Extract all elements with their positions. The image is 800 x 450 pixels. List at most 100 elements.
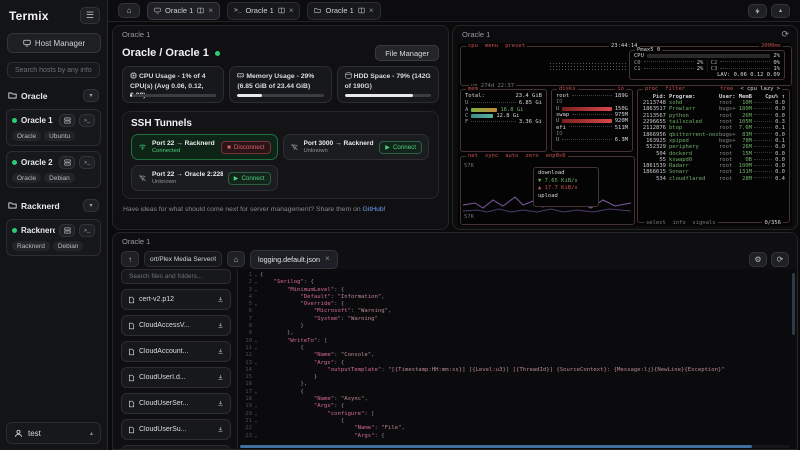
folder-icon: [314, 7, 322, 14]
line-number: 8: [248, 323, 252, 330]
fold-icon[interactable]: [252, 352, 260, 359]
fold-icon[interactable]: [252, 330, 260, 337]
connect-button[interactable]: ▶ Connect: [379, 140, 422, 154]
vertical-scrollbar[interactable]: [792, 273, 795, 335]
fold-icon[interactable]: [252, 396, 260, 403]
split-view-icon[interactable]: [197, 7, 205, 14]
folder-icon: [8, 201, 17, 210]
file-item[interactable]: CloudAccount...: [121, 341, 231, 362]
home-directory-button[interactable]: ⌂: [227, 251, 245, 267]
close-tab-button[interactable]: ×: [208, 6, 213, 15]
file-item[interactable]: CloudAccessV...: [121, 315, 231, 336]
download-file-button[interactable]: [217, 348, 224, 355]
connect-button[interactable]: ▶ Connect: [227, 171, 271, 185]
file-item[interactable]: CloudUserSer...: [121, 393, 231, 414]
fold-icon[interactable]: ▾: [252, 345, 260, 352]
tab-terminal[interactable]: >_ Oracle 1 ×: [227, 1, 301, 20]
user-menu[interactable]: test ▴: [6, 422, 101, 444]
line-number: 10: [245, 337, 252, 344]
fold-icon[interactable]: ▾: [252, 433, 260, 440]
github-link[interactable]: GitHub!: [363, 206, 386, 213]
fold-icon[interactable]: [252, 294, 260, 301]
fold-icon[interactable]: ▾: [252, 403, 260, 410]
path-input[interactable]: [144, 251, 222, 267]
tag: Racknerd: [12, 241, 50, 251]
tab-label: Oracle 1: [325, 6, 354, 15]
close-tab-button[interactable]: ×: [289, 6, 294, 15]
terminal-icon: >_: [234, 7, 242, 14]
btop-mem-box: mem Total: 23.4 GiB U 6.85 Gi A 16.8 Gi C 12…: [460, 86, 547, 152]
host-card-oracle-1[interactable]: Oracle 1 >_ Oracle Ubuntu: [6, 109, 101, 146]
host-server-button[interactable]: [59, 156, 75, 169]
fold-icon[interactable]: ▾: [252, 338, 260, 345]
host-manager-button[interactable]: Host Manager: [7, 33, 101, 53]
collapse-tabs-button[interactable]: ▴: [771, 3, 790, 18]
disconnect-button[interactable]: ■ Disconnect: [221, 140, 271, 154]
host-terminal-button[interactable]: >_: [79, 224, 95, 237]
open-file-tab[interactable]: logging.default.json ×: [250, 249, 338, 269]
download-file-button[interactable]: [217, 296, 224, 303]
group-header-racknerd[interactable]: Racknerd ▾: [6, 197, 101, 214]
parent-directory-button[interactable]: ↑: [121, 251, 139, 267]
fold-icon[interactable]: [252, 323, 260, 330]
tunnel-status: Unknown: [303, 148, 328, 154]
fold-icon[interactable]: [252, 381, 260, 388]
fold-icon[interactable]: ▾: [252, 411, 260, 418]
split-view-icon[interactable]: [358, 7, 365, 14]
file-search-input[interactable]: [127, 272, 225, 281]
tab-server-stats[interactable]: Oracle 1 ×: [147, 1, 221, 20]
host-tags: Racknerd Debian: [12, 241, 95, 251]
host-server-button[interactable]: [59, 224, 75, 237]
file-item[interactable]: cert-v2.p12: [121, 289, 231, 310]
monitor-icon: [23, 39, 31, 47]
code-editor[interactable]: 1 ▾ { 2 ▾ "Serilog": { 3 ▾ "MinimumLevel…: [237, 269, 796, 449]
fold-icon[interactable]: [252, 316, 260, 323]
fold-icon[interactable]: ▾: [252, 360, 260, 367]
file-manager-button[interactable]: File Manager: [375, 45, 439, 61]
close-file-button[interactable]: ×: [325, 255, 330, 263]
group-header-oracle[interactable]: Oracle ▾: [6, 87, 101, 104]
host-card-racknerd-1[interactable]: Racknerd 1 >_ Racknerd Debian: [6, 219, 101, 256]
host-terminal-button[interactable]: >_: [79, 156, 95, 169]
chevron-down-icon[interactable]: ▾: [83, 199, 99, 212]
file-icon: [128, 296, 135, 304]
refresh-files-button[interactable]: ⟳: [771, 251, 789, 267]
fold-icon[interactable]: ▾: [252, 279, 260, 286]
file-item[interactable]: CloudUserSu...: [121, 419, 231, 440]
ssh-tunnels-section: SSH Tunnels Port 22 → Racknerd 1:22000 C…: [122, 111, 439, 199]
fold-icon[interactable]: [252, 367, 260, 374]
file-item[interactable]: CloudUserI.d...: [121, 367, 231, 388]
horizontal-scrollbar[interactable]: [240, 445, 790, 448]
host-server-button[interactable]: [59, 114, 75, 127]
download-file-button[interactable]: [217, 322, 224, 329]
split-view-icon[interactable]: [278, 7, 285, 14]
terminal-screen[interactable]: cpu menu preset 23:44:14 2000ms up 274d …: [458, 43, 792, 226]
download-file-button[interactable]: [217, 426, 224, 433]
chevron-down-icon[interactable]: ▾: [83, 89, 99, 102]
fold-icon[interactable]: ▾: [252, 272, 260, 279]
close-tab-button[interactable]: ×: [369, 6, 374, 15]
download-file-button[interactable]: [217, 400, 224, 407]
sidebar-toggle-button[interactable]: ☰: [80, 7, 100, 24]
hamburger-icon: ☰: [85, 10, 95, 20]
fold-icon[interactable]: ▾: [252, 389, 260, 396]
fold-icon[interactable]: [252, 374, 260, 381]
home-button[interactable]: ⌂: [118, 3, 140, 18]
scrollbar-thumb[interactable]: [240, 445, 752, 448]
fold-icon[interactable]: [252, 308, 260, 315]
code-line: 21 ▾ {: [238, 418, 796, 425]
fold-icon[interactable]: ▾: [252, 418, 260, 425]
refresh-button[interactable]: ⟳: [781, 29, 789, 40]
fold-icon[interactable]: ▾: [252, 301, 260, 308]
download-file-button[interactable]: [217, 374, 224, 381]
settings-button[interactable]: ⚙: [749, 251, 767, 267]
host-card-oracle-2[interactable]: Oracle 2 >_ Oracle Debian: [6, 151, 101, 188]
fold-icon[interactable]: ▾: [252, 287, 260, 294]
quick-actions-button[interactable]: [748, 3, 767, 18]
fold-icon[interactable]: [252, 425, 260, 432]
file-item[interactable]: [121, 445, 231, 449]
host-terminal-button[interactable]: >_: [79, 114, 95, 127]
net-speeds: download ▼ 7.65 KiB/s ▲ 17.7 KiB/s uploa…: [533, 167, 599, 207]
host-search-input[interactable]: [13, 65, 94, 75]
tab-file-manager[interactable]: Oracle 1 ×: [307, 1, 381, 20]
